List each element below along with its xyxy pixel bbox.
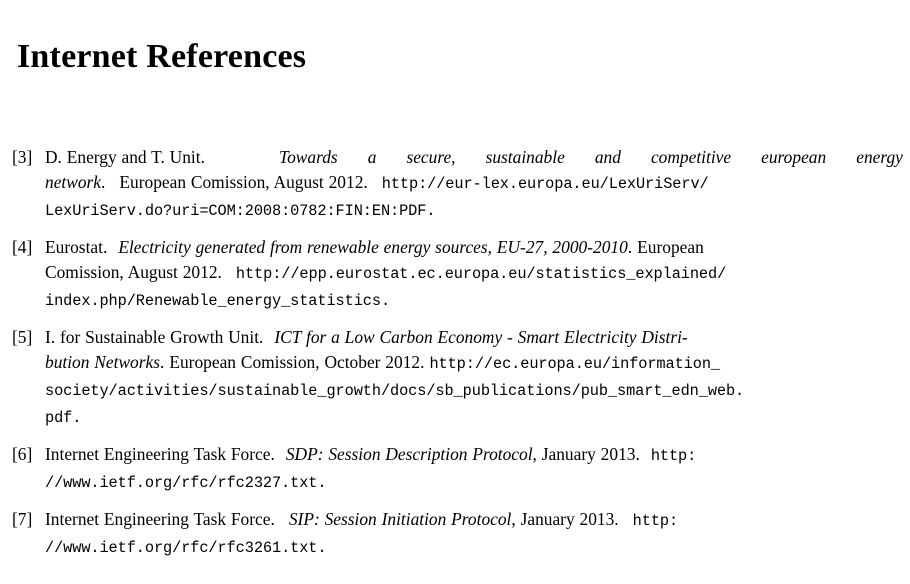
page-title: Internet References <box>17 37 307 75</box>
reference-entry: [5] I. for Sustainable Growth Unit. ICT fo… <box>12 325 903 431</box>
text-spacer <box>235 145 249 170</box>
reference-url-text: //www.ietf.org/rfc/rfc2327.txt. <box>45 474 327 492</box>
reference-line: bution Networks. European Comission, Octo… <box>45 350 903 377</box>
reference-line: Internet Engineering Task Force. SIP: Ses… <box>45 507 903 534</box>
reference-title-text: sustainable <box>485 147 565 167</box>
reference-url-text: http: <box>632 512 679 530</box>
reference-label: [6] <box>12 444 33 464</box>
reference-text: , January 2013. <box>511 509 619 529</box>
reference-text: D. Energy and T. Unit. <box>45 147 205 167</box>
reference-entry: [4] Eurostat. Electricity generated from r… <box>12 235 903 314</box>
reference-body: D. Energy and T. Unit. Towards a secure, sus… <box>45 145 903 224</box>
reference-label: [5] <box>12 327 33 347</box>
reference-text: . <box>627 237 633 257</box>
reference-line: LexUriServ.do?uri=COM:2008:0782:FIN:EN:P… <box>45 197 903 224</box>
reference-title-text: secure, <box>406 147 456 167</box>
reference-text: Comission, August 2012. <box>45 262 222 282</box>
reference-title-text: Electricity generated from renewable ene… <box>118 237 628 257</box>
reference-text: European Comission, August 2012. <box>119 172 368 192</box>
reference-text: Internet Engineering Task Force. <box>45 509 275 529</box>
reference-body: Internet Engineering Task Force. SIP: Ses… <box>45 507 903 561</box>
reference-text: . <box>160 352 165 372</box>
reference-title-text: Towards <box>279 147 338 167</box>
reference-title-text: and <box>594 147 621 167</box>
reference-line: network. European Comission, August 2012.… <box>45 170 903 197</box>
reference-line: Eurostat. Electricity generated from rene… <box>45 235 903 260</box>
reference-line: index.php/Renewable_energy_statistics. <box>45 287 903 314</box>
reference-url-text: http: <box>650 447 697 465</box>
reference-title-text: SDP: Session Description Protocol <box>285 444 533 464</box>
reference-url-text: society/activities/sustainable_growth/do… <box>45 382 745 400</box>
reference-line: //www.ietf.org/rfc/rfc2327.txt. <box>45 469 903 496</box>
reference-list: [3] D. Energy and T. Unit. Towards a secure,… <box>12 145 903 572</box>
reference-label: [7] <box>12 509 33 529</box>
reference-url-text: index.php/Renewable_energy_statistics. <box>45 292 391 310</box>
reference-body: Eurostat. Electricity generated from rene… <box>45 235 903 314</box>
reference-line: //www.ietf.org/rfc/rfc3261.txt. <box>45 534 903 561</box>
reference-title-text: bution Networks <box>45 352 160 372</box>
reference-line: Internet Engineering Task Force. SDP: Ses… <box>45 442 903 469</box>
reference-line: society/activities/sustainable_growth/do… <box>45 377 903 404</box>
reference-title-text: ICT for a Low Carbon Economy - Smart Ele… <box>274 327 688 347</box>
reference-label: [4] <box>12 237 33 257</box>
reference-line: Comission, August 2012. http://epp.eurost… <box>45 260 903 287</box>
reference-body: I. for Sustainable Growth Unit. ICT for a… <box>45 325 903 431</box>
reference-title-text: competitive <box>650 147 732 167</box>
reference-label: [3] <box>12 147 33 167</box>
reference-entry: [3] D. Energy and T. Unit. Towards a secure,… <box>12 145 903 224</box>
reference-text: I. for Sustainable Growth Unit. <box>45 327 264 347</box>
reference-title-text: energy <box>856 147 903 167</box>
reference-text: European <box>637 237 704 257</box>
reference-entry: [6] Internet Engineering Task Force. SDP: … <box>12 442 903 496</box>
reference-url-text: http://epp.eurostat.ec.europa.eu/statist… <box>235 265 727 283</box>
reference-text: Internet Engineering Task Force. <box>45 444 275 464</box>
reference-text: . <box>101 172 106 192</box>
reference-title-text: network <box>45 172 102 192</box>
reference-title-text: SIP: Session Initiation Protocol <box>288 509 512 529</box>
reference-url-text: //www.ietf.org/rfc/rfc3261.txt. <box>45 539 327 557</box>
reference-line: D. Energy and T. Unit. Towards a secure, sus… <box>45 145 903 170</box>
reference-text: Eurostat. <box>45 237 108 257</box>
reference-url-text: pdf. <box>45 409 82 427</box>
reference-text: , January 2013. <box>532 444 640 464</box>
reference-entry: [7] Internet Engineering Task Force. SIP: … <box>12 507 903 561</box>
reference-body: Internet Engineering Task Force. SDP: Ses… <box>45 442 903 496</box>
reference-text: European Comission, October 2012. <box>169 352 425 372</box>
reference-url-text: http://ec.europa.eu/information_ <box>429 355 720 373</box>
reference-title-text: a <box>367 147 377 167</box>
document-page: Internet References [3] D. Energy and T. … <box>0 0 910 584</box>
reference-line: pdf. <box>45 404 903 431</box>
reference-url-text: LexUriServ.do?uri=COM:2008:0782:FIN:EN:P… <box>45 202 436 220</box>
reference-url-text: http://eur-lex.europa.eu/LexUriServ/ <box>381 175 709 193</box>
reference-title-text: european <box>761 147 827 167</box>
reference-line: I. for Sustainable Growth Unit. ICT for a… <box>45 325 903 350</box>
